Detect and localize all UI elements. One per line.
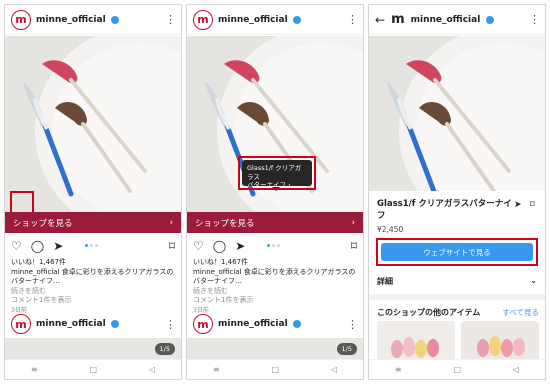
read-more-link[interactable]: 続きを読む xyxy=(11,287,177,297)
phone-panel-1: m minne_official ⋮ 🛍 ショップを見る › ♡ ◯ ➤ ⌑ い… xyxy=(4,4,182,380)
home-icon[interactable]: □ xyxy=(89,365,97,374)
username[interactable]: minne_official xyxy=(36,319,106,329)
more-options-icon[interactable]: ⋮ xyxy=(529,13,540,26)
post-header: m minne_official ⋮ xyxy=(187,5,363,35)
phone-panel-3: ← m minne_official ⋮ Glass1/f クリアガラスバターナ… xyxy=(368,4,546,380)
back-arrow-icon[interactable]: ← xyxy=(375,13,385,27)
carousel-dots xyxy=(267,244,280,247)
username[interactable]: minne_official xyxy=(411,15,481,25)
details-row[interactable]: 詳細 ⌄ xyxy=(377,276,537,287)
avatar[interactable]: m xyxy=(11,9,31,30)
more-options-icon[interactable]: ⋮ xyxy=(347,13,358,26)
chevron-right-icon: › xyxy=(351,217,355,228)
highlight-box xyxy=(238,156,316,190)
bookmark-icon[interactable]: ⌑ xyxy=(351,240,357,252)
shop-label: ショップを見る xyxy=(13,218,73,229)
image-counter: 1/5 xyxy=(336,343,357,355)
comment-icon[interactable]: ◯ xyxy=(31,240,44,252)
shop-label: ショップを見る xyxy=(195,218,255,229)
send-icon[interactable]: ➤ xyxy=(53,240,63,252)
system-nav-bar: ≡ □ ◁ xyxy=(369,359,545,379)
verified-badge-icon xyxy=(110,320,119,328)
shop-logo[interactable]: m xyxy=(391,12,405,27)
chevron-right-icon: › xyxy=(169,217,173,228)
more-options-icon[interactable]: ⋮ xyxy=(347,318,358,331)
view-comments-link[interactable]: コメント1件を表示 xyxy=(11,296,177,306)
send-icon[interactable]: ➤ xyxy=(235,240,245,252)
image-counter: 1/5 xyxy=(154,343,175,355)
next-post-header: m minne_official ⋮ xyxy=(187,310,363,338)
other-item-thumbnail[interactable] xyxy=(377,321,455,361)
chevron-down-icon: ⌄ xyxy=(530,276,537,285)
heart-icon[interactable]: ♡ xyxy=(193,240,204,252)
system-nav-bar: ≡ □ ◁ xyxy=(187,359,363,379)
home-icon[interactable]: □ xyxy=(453,365,461,374)
product-header: ← m minne_official ⋮ xyxy=(369,5,545,35)
post-meta: いいね！1,467件 minne_official 食卓に彩りを添えるクリアガラ… xyxy=(193,258,359,315)
shop-bar[interactable]: ショップを見る › xyxy=(5,212,181,233)
highlight-box xyxy=(376,238,538,266)
home-icon[interactable]: □ xyxy=(271,365,279,374)
post-header: m minne_official ⋮ xyxy=(5,5,181,35)
see-all-link[interactable]: すべて見る xyxy=(502,307,539,318)
more-options-icon[interactable]: ⋮ xyxy=(165,318,176,331)
verified-badge-icon xyxy=(110,15,119,24)
shop-bar[interactable]: ショップを見る › xyxy=(187,212,363,233)
likes-count[interactable]: いいね！1,467件 xyxy=(11,258,177,268)
menu-icon[interactable]: ≡ xyxy=(31,365,38,374)
view-comments-link[interactable]: コメント1件を表示 xyxy=(193,296,359,306)
username[interactable]: minne_official xyxy=(218,319,288,329)
back-icon[interactable]: ◁ xyxy=(513,365,519,374)
caption: minne_official 食卓に彩りを添えるクリアガラスのバターナイフ… xyxy=(11,267,174,286)
verified-badge-icon xyxy=(292,320,301,328)
other-items-label: このショップの他のアイテム xyxy=(377,308,481,317)
post-meta: いいね！1,467件 minne_official 食卓に彩りを添えるクリアガラ… xyxy=(11,258,177,315)
divider xyxy=(369,294,545,300)
more-options-icon[interactable]: ⋮ xyxy=(165,13,176,26)
back-icon[interactable]: ◁ xyxy=(331,365,337,374)
avatar[interactable]: m xyxy=(193,9,213,30)
bookmark-icon[interactable]: ⌑ xyxy=(530,200,535,210)
username[interactable]: minne_official xyxy=(218,15,288,25)
verified-badge-icon xyxy=(292,15,301,24)
next-post-header: m minne_official ⋮ xyxy=(5,310,181,338)
product-price: ¥2,450 xyxy=(377,225,404,234)
other-items-header: このショップの他のアイテム すべて見る xyxy=(377,307,539,318)
likes-count[interactable]: いいね！1,467件 xyxy=(193,258,359,268)
username[interactable]: minne_official xyxy=(36,15,106,25)
system-nav-bar: ≡ □ ◁ xyxy=(5,359,181,379)
carousel-dots xyxy=(85,244,98,247)
other-item-thumbnail[interactable] xyxy=(461,321,539,361)
avatar[interactable]: m xyxy=(11,314,31,334)
product-name: Glass1/f クリアガラスバターナイフ xyxy=(377,199,512,221)
phone-panel-2: m minne_official ⋮ 🛍 Glass1/f クリアガラス バター… xyxy=(186,4,364,380)
comment-icon[interactable]: ◯ xyxy=(213,240,226,252)
details-label: 詳細 xyxy=(377,277,393,286)
send-icon[interactable]: ➤ xyxy=(514,200,522,210)
back-icon[interactable]: ◁ xyxy=(149,365,155,374)
bookmark-icon[interactable]: ⌑ xyxy=(169,240,175,252)
avatar[interactable]: m xyxy=(193,314,213,334)
verified-badge-icon xyxy=(486,15,495,24)
read-more-link[interactable]: 続きを読む xyxy=(193,287,359,297)
menu-icon[interactable]: ≡ xyxy=(213,365,220,374)
heart-icon[interactable]: ♡ xyxy=(11,240,22,252)
caption: minne_official 食卓に彩りを添えるクリアガラスのバターナイフ… xyxy=(193,267,356,286)
product-image[interactable] xyxy=(369,36,545,191)
menu-icon[interactable]: ≡ xyxy=(395,365,402,374)
post-image[interactable]: 🛍 xyxy=(5,36,181,212)
